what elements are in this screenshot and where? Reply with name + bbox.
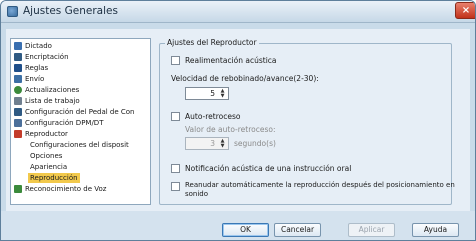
spin-down-icon[interactable]: ▼ bbox=[218, 143, 227, 149]
reanudar-checkbox[interactable] bbox=[171, 182, 180, 191]
notificacion-checkbox[interactable] bbox=[171, 164, 180, 173]
tree-item-label: Configuración DPM/DT bbox=[25, 119, 104, 127]
reanudar-label-continued: sonido bbox=[185, 190, 209, 198]
tree-item-label: Reglas bbox=[25, 64, 49, 72]
tree-item-apariencia[interactable]: Apariencia bbox=[30, 162, 67, 172]
tree-item-label: Configuración del Pedal de Con bbox=[25, 108, 135, 116]
tree-item-label: Reproductor bbox=[25, 130, 68, 138]
realimentacion-checkbox[interactable] bbox=[171, 56, 180, 65]
cancel-button[interactable]: Cancelar bbox=[274, 223, 321, 237]
section-icon bbox=[14, 64, 22, 72]
tree-item-label: Configuraciones del disposit bbox=[30, 141, 129, 149]
speech-icon bbox=[14, 185, 22, 193]
spinner-arrows[interactable]: ▲ ▼ bbox=[218, 89, 227, 98]
tree-item-opciones[interactable]: Opciones bbox=[30, 151, 62, 161]
autoretroceso-checkbox[interactable] bbox=[171, 112, 180, 121]
tree-item-reglas[interactable]: Reglas bbox=[14, 63, 48, 73]
player-settings-group: Ajustes del Reproductor Realimentación a… bbox=[159, 38, 455, 205]
settings-window: Ajustes Generales × Dictado Encriptación… bbox=[0, 0, 476, 241]
group-title: Ajustes del Reproductor bbox=[165, 38, 259, 47]
velocidad-spinner[interactable]: 5 ▲ ▼ bbox=[185, 87, 229, 100]
tree-item-label: Lista de trabajo bbox=[25, 97, 80, 105]
tree-item-configuraciones-dispositivo[interactable]: Configuraciones del disposit bbox=[30, 140, 129, 150]
tree-item-lista-trabajo[interactable]: Lista de trabajo bbox=[14, 96, 80, 106]
lock-icon bbox=[14, 53, 22, 61]
tree-item-reproductor[interactable]: Reproductor bbox=[14, 129, 68, 139]
device-icon bbox=[14, 119, 22, 127]
realimentacion-label: Realimentación acústica bbox=[185, 56, 277, 65]
velocidad-value: 5 bbox=[210, 89, 215, 98]
window-title: Ajustes Generales bbox=[23, 5, 118, 17]
tree-item-label: Reconocimiento de Voz bbox=[25, 185, 107, 193]
list-icon bbox=[14, 97, 22, 105]
tree-item-label: Apariencia bbox=[30, 163, 68, 171]
globe-icon bbox=[14, 86, 22, 94]
tree-item-label: Reproducción bbox=[28, 173, 80, 183]
title-bar[interactable]: Ajustes Generales × bbox=[1, 1, 475, 23]
autoretroceso-label: Auto-retroceso bbox=[185, 112, 241, 121]
tree-item-pedal[interactable]: Configuración del Pedal de Con bbox=[14, 107, 134, 117]
velocidad-label: Velocidad de rebobinado/avance(2-30): bbox=[171, 74, 319, 83]
segundos-label: segundo(s) bbox=[234, 139, 276, 148]
tree-item-envio[interactable]: Envío bbox=[14, 74, 44, 84]
pedal-icon bbox=[14, 108, 22, 116]
settings-tree[interactable]: Dictado Encriptación Reglas Envío Actual… bbox=[10, 38, 151, 205]
spinner-arrows[interactable]: ▲ ▼ bbox=[218, 139, 227, 148]
tree-item-label: Encriptación bbox=[25, 53, 69, 61]
tree-item-reconocimiento-voz[interactable]: Reconocimiento de Voz bbox=[14, 184, 106, 194]
close-button[interactable]: × bbox=[455, 2, 475, 19]
app-icon bbox=[7, 6, 18, 17]
tree-item-label: Envío bbox=[25, 75, 45, 83]
valor-autoretroceso-label: Valor de auto-retroceso: bbox=[185, 125, 276, 134]
ok-button[interactable]: OK bbox=[222, 223, 269, 237]
tree-item-label: Opciones bbox=[30, 152, 63, 160]
tree-item-label: Dictado bbox=[25, 42, 52, 50]
valor-autoretroceso-spinner[interactable]: 3 ▲ ▼ bbox=[185, 137, 229, 150]
tree-item-encriptacion[interactable]: Encriptación bbox=[14, 52, 69, 62]
tree-item-reproduccion[interactable]: Reproducción bbox=[28, 173, 80, 183]
spin-down-icon[interactable]: ▼ bbox=[218, 93, 227, 99]
help-button[interactable]: Ayuda bbox=[412, 223, 459, 237]
dictation-icon bbox=[14, 42, 22, 50]
tree-item-dictado[interactable]: Dictado bbox=[14, 41, 52, 51]
notificacion-label: Notificación acústica de una instrucción… bbox=[185, 164, 352, 173]
tree-item-label: Actualizaciones bbox=[25, 86, 80, 94]
tree-item-actualizaciones[interactable]: Actualizaciones bbox=[14, 85, 79, 95]
player-icon bbox=[14, 130, 22, 138]
envelope-icon bbox=[14, 75, 22, 83]
apply-button[interactable]: Aplicar bbox=[348, 223, 395, 237]
reanudar-label: Reanudar automáticamente la reproducción… bbox=[185, 181, 455, 189]
valor-autoretroceso-value: 3 bbox=[210, 139, 215, 148]
tree-item-dpm-dt[interactable]: Configuración DPM/DT bbox=[14, 118, 103, 128]
